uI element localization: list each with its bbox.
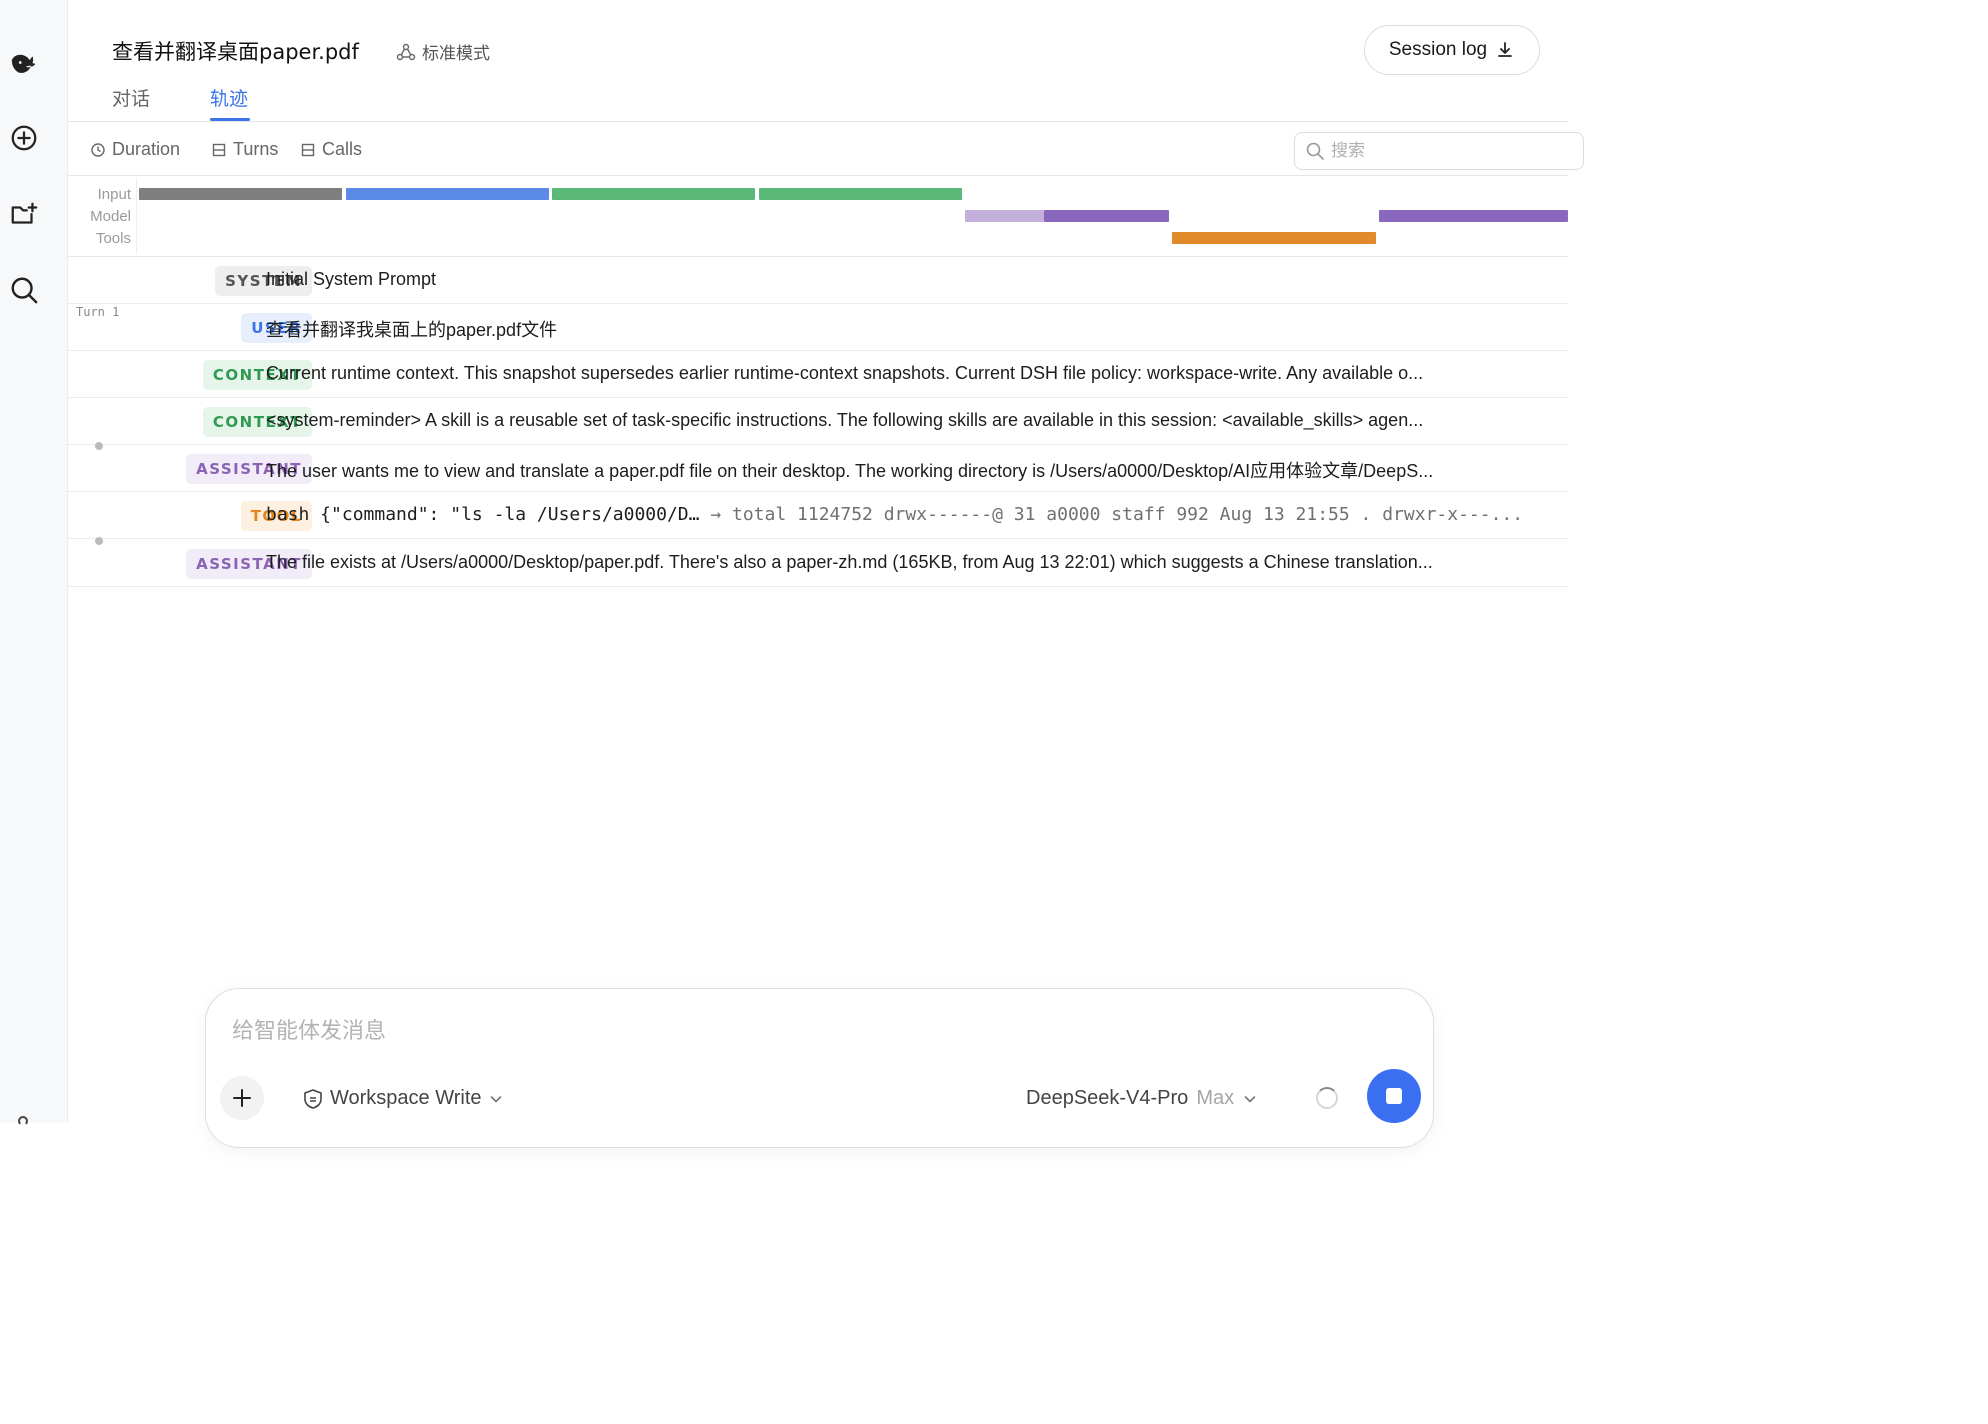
trace-row-context[interactable]: CONTEXT Current runtime context. This sn…	[68, 351, 1568, 398]
plus-icon	[233, 1089, 251, 1107]
duration-label: Duration	[112, 139, 181, 159]
stop-icon	[1386, 1088, 1402, 1104]
tab-trace[interactable]: 轨迹	[210, 84, 248, 111]
timeline-segment[interactable]	[139, 188, 342, 200]
timeline-segment[interactable]	[1172, 232, 1376, 244]
calls-toggle[interactable]: Calls	[300, 139, 362, 160]
lane-label-model: Model	[90, 208, 131, 225]
tab-conversation[interactable]: 对话	[112, 84, 150, 111]
trace-row-context[interactable]: CONTEXT <system-reminder> A skill is a r…	[68, 398, 1568, 445]
timeline-segment[interactable]	[759, 188, 962, 200]
row-summary: The user wants me to view and translate …	[266, 461, 1434, 481]
loading-spinner-icon	[1316, 1087, 1338, 1109]
row-summary: 查看并翻译我桌面上的paper.pdf文件	[266, 320, 558, 340]
trace-row-user[interactable]: USER 查看并翻译我桌面上的paper.pdf文件	[68, 304, 1568, 351]
download-icon	[1498, 42, 1513, 57]
row-summary: Initial System Prompt	[266, 269, 437, 289]
duration-toggle[interactable]: Duration	[90, 139, 180, 160]
app-window: 查看并翻译桌面paper.pdf 标准模式 Session log 对话 轨迹 …	[0, 0, 1584, 1148]
tool-output: → total 1124752 drwx------@ 31 a0000 sta…	[710, 504, 1524, 525]
chevron-down-icon	[1242, 1091, 1258, 1107]
user-icon[interactable]	[18, 1116, 28, 1126]
timeline-segment[interactable]	[965, 210, 1044, 222]
trace-row-tool[interactable]: TOOL bash {"command": "ls -la /Users/a00…	[68, 492, 1568, 539]
trace-row-assistant[interactable]: ASSISTANT The file exists at /Users/a000…	[68, 540, 1568, 587]
session-log-label: Session log	[1388, 39, 1488, 60]
shield-icon	[304, 1088, 322, 1109]
list-icon	[212, 143, 226, 156]
search-icon	[1306, 142, 1324, 160]
new-chat-icon[interactable]	[6, 120, 42, 156]
calls-label: Calls	[322, 139, 363, 159]
lane-label-tools: Tools	[95, 230, 131, 247]
turns-toggle[interactable]: Turns	[211, 139, 278, 160]
mode-icon	[396, 43, 416, 60]
mode-indicator[interactable]: 标准模式	[396, 39, 490, 64]
page-title: 查看并翻译桌面paper.pdf	[112, 40, 359, 64]
timeline-segment[interactable]	[1044, 210, 1169, 222]
list-icon	[301, 143, 315, 156]
model-name: DeepSeek-V4-Pro	[1026, 1087, 1189, 1109]
clock-icon	[91, 142, 105, 157]
left-sidebar	[0, 0, 68, 1126]
mode-label: 标准模式	[422, 44, 490, 64]
tool-command: bash {"command": "ls -la /Users/a0000/D…	[266, 504, 700, 525]
row-summary: <system-reminder> A skill is a reusable …	[266, 410, 1424, 430]
search-input[interactable]	[1331, 141, 1551, 161]
trace-row-system[interactable]: SYSTEM Initial System Prompt	[68, 257, 1568, 304]
whale-logo-icon[interactable]	[6, 44, 42, 80]
chevron-down-icon	[488, 1091, 504, 1107]
attach-button[interactable]	[220, 1076, 264, 1120]
timeline-segment[interactable]	[346, 188, 549, 200]
row-summary: The file exists at /Users/a0000/Desktop/…	[266, 552, 1433, 572]
turns-label: Turns	[233, 139, 279, 159]
search-icon[interactable]	[6, 272, 42, 308]
session-log-button[interactable]: Session log	[1364, 25, 1540, 75]
divider	[68, 175, 1568, 176]
message-composer: Workspace Write DeepSeek-V4-Pro Max	[205, 988, 1434, 1148]
tool-call-summary: bash {"command": "ls -la /Users/a0000/D……	[266, 504, 1568, 525]
permission-label: Workspace Write	[330, 1087, 482, 1109]
search-box[interactable]	[1294, 132, 1584, 170]
trace-row-assistant[interactable]: ASSISTANT The user wants me to view and …	[68, 445, 1568, 492]
stop-button[interactable]	[1367, 1069, 1421, 1123]
permission-selector[interactable]: Workspace Write	[302, 1087, 504, 1110]
timeline-segment[interactable]	[1379, 210, 1568, 222]
lane-label-input: Input	[97, 186, 131, 203]
divider	[68, 121, 1568, 122]
timeline-axis	[136, 178, 137, 254]
timeline-segment[interactable]	[552, 188, 755, 200]
model-selector[interactable]: DeepSeek-V4-Pro Max	[1026, 1087, 1258, 1110]
new-folder-icon[interactable]	[6, 197, 42, 233]
model-tier: Max	[1196, 1087, 1235, 1109]
row-summary: Current runtime context. This snapshot s…	[266, 363, 1424, 383]
message-input[interactable]	[232, 1013, 1402, 1053]
